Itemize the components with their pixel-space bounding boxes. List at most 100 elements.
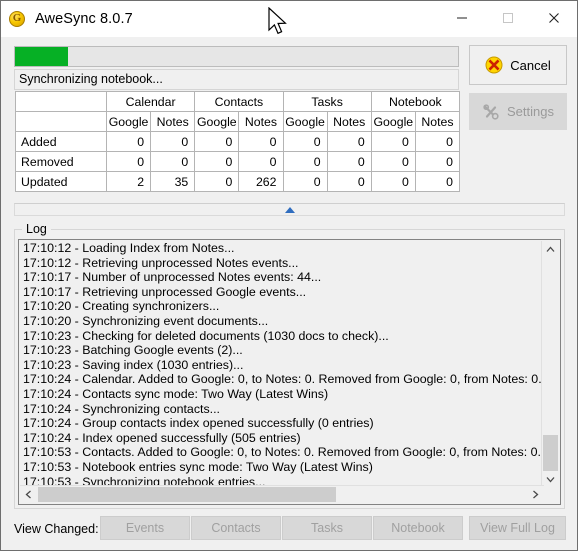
table-sub-header-row: Google Notes Google Notes Google Notes Google N… xyxy=(15,111,461,132)
table-cell: 0 xyxy=(282,171,328,192)
table-cell: 0 xyxy=(326,171,372,192)
table-subheader-notebook-google: Google xyxy=(370,111,416,132)
table-cell: 0 xyxy=(326,131,372,152)
status-text: Synchronizing notebook... xyxy=(14,69,459,90)
table-group-header-row: Calendar Contacts Tasks Notebook xyxy=(15,91,461,112)
table-cell: 0 xyxy=(370,131,416,152)
maximize-button[interactable] xyxy=(485,1,531,34)
sync-stats-table: Calendar Contacts Tasks Notebook Google Notes… xyxy=(15,91,461,192)
sync-progress-fill xyxy=(15,47,69,66)
close-button[interactable] xyxy=(531,1,577,34)
table-cell: 262 xyxy=(238,171,284,192)
table-cell: 0 xyxy=(370,151,416,172)
log-line: 17:10:20 - Creating synchronizers... xyxy=(23,299,220,314)
table-cell: 0 xyxy=(194,171,240,192)
table-row: Updated 2 35 0 262 0 0 0 0 xyxy=(15,171,461,192)
table-cell: 0 xyxy=(326,151,372,172)
cancel-button-label: Cancel xyxy=(510,57,551,73)
table-row-label-added: Added xyxy=(15,131,107,152)
view-changed-label: View Changed: xyxy=(14,522,99,536)
log-text-area[interactable]: 17:10:12 - Loading Index from Notes... 17… xyxy=(18,239,561,505)
table-cell: 0 xyxy=(194,151,240,172)
cancel-icon xyxy=(485,56,503,74)
footer-button-events[interactable]: Events xyxy=(100,516,190,540)
table-cell: 0 xyxy=(194,131,240,152)
table-subheader-tasks-notes: Notes xyxy=(326,111,372,132)
minimize-button[interactable] xyxy=(439,1,485,34)
log-line: 17:10:53 - Contacts. Added to Google: 0,… xyxy=(23,445,541,460)
table-cell: 0 xyxy=(414,171,461,192)
log-line: 17:10:24 - Contacts sync mode: Two Way (… xyxy=(23,386,329,401)
scroll-left-icon[interactable] xyxy=(20,486,37,503)
minimize-icon xyxy=(457,17,467,18)
title-bar[interactable]: AweSync 8.0.7 xyxy=(1,1,577,37)
table-group-header-tasks: Tasks xyxy=(282,91,372,112)
footer-button-contacts[interactable]: Contacts xyxy=(191,516,281,540)
log-line: 17:10:53 - Notebook entries sync mode: T… xyxy=(23,459,373,474)
maximize-icon xyxy=(503,12,513,23)
log-line: 17:10:23 - Checking for deleted document… xyxy=(23,328,389,343)
table-cell: 0 xyxy=(238,131,284,152)
table-group-header-notebook: Notebook xyxy=(370,91,461,112)
log-line: 17:10:23 - Batching Google events (2)... xyxy=(23,343,243,358)
settings-button[interactable]: Settings xyxy=(469,93,567,130)
triangle-up-icon[interactable] xyxy=(284,207,295,213)
table-subheader-calendar-notes: Notes xyxy=(150,111,196,132)
panel-splitter[interactable] xyxy=(14,203,565,216)
log-line: 17:10:12 - Loading Index from Notes... xyxy=(23,241,235,255)
footer-button-view-full-log[interactable]: View Full Log xyxy=(469,516,566,540)
settings-button-label: Settings xyxy=(507,104,554,119)
log-line: 17:10:23 - Saving index (1030 entries)..… xyxy=(23,357,244,372)
table-group-header-contacts: Contacts xyxy=(194,91,284,112)
table-row-label-removed: Removed xyxy=(15,151,107,172)
log-line: 17:10:24 - Group contacts index opened s… xyxy=(23,416,374,431)
window-title: AweSync 8.0.7 xyxy=(35,11,133,27)
log-line: 17:10:20 - Synchronizing event documents… xyxy=(23,313,269,328)
table-cell: 0 xyxy=(238,151,284,172)
sync-progress-bar xyxy=(14,46,459,67)
table-corner-cell-2 xyxy=(15,111,107,132)
scroll-up-icon[interactable] xyxy=(542,241,559,258)
table-cell: 0 xyxy=(150,151,196,172)
log-line-list: 17:10:12 - Loading Index from Notes... 17… xyxy=(20,241,541,488)
close-icon xyxy=(549,12,559,23)
log-line: 17:10:17 - Number of unprocessed Notes e… xyxy=(23,270,322,285)
footer-button-notebook[interactable]: Notebook xyxy=(373,516,463,540)
log-vertical-scroll-thumb[interactable] xyxy=(543,435,558,471)
log-group-label: Log xyxy=(22,222,51,236)
scrollbar-corner xyxy=(542,486,559,503)
table-group-header-calendar: Calendar xyxy=(105,91,196,112)
log-horizontal-scrollbar[interactable] xyxy=(20,485,544,503)
awesync-main-window: AweSync 8.0.7 Synchronizing no xyxy=(0,0,578,551)
table-cell: 0 xyxy=(282,131,328,152)
log-line: 17:10:24 - Index opened successfully (50… xyxy=(23,430,301,445)
footer-button-tasks[interactable]: Tasks xyxy=(282,516,372,540)
table-subheader-calendar-google: Google xyxy=(105,111,152,132)
table-cell: 0 xyxy=(370,171,416,192)
table-cell: 0 xyxy=(105,131,152,152)
log-line: 17:10:17 - Retrieving unprocessed Google… xyxy=(23,284,307,299)
log-line: 17:10:24 - Calendar. Added to Google: 0,… xyxy=(23,372,541,387)
cancel-button[interactable]: Cancel xyxy=(469,45,567,85)
table-cell: 0 xyxy=(414,151,461,172)
table-corner-cell xyxy=(15,91,107,112)
window-controls xyxy=(439,1,577,34)
table-cell: 0 xyxy=(414,131,461,152)
table-cell: 0 xyxy=(150,131,196,152)
log-line: 17:10:24 - Synchronizing contacts... xyxy=(23,401,220,416)
table-row: Removed 0 0 0 0 0 0 0 0 xyxy=(15,151,461,172)
table-cell: 0 xyxy=(105,151,152,172)
table-subheader-tasks-google: Google xyxy=(282,111,328,132)
table-subheader-contacts-notes: Notes xyxy=(238,111,284,132)
settings-tools-icon xyxy=(483,103,499,120)
table-row-label-updated: Updated xyxy=(15,171,107,192)
awesync-logo-icon xyxy=(9,11,25,27)
log-vertical-scrollbar[interactable] xyxy=(541,241,559,488)
table-cell: 0 xyxy=(282,151,328,172)
log-horizontal-scroll-thumb[interactable] xyxy=(38,487,336,502)
table-cell: 2 xyxy=(105,171,152,192)
table-cell: 35 xyxy=(150,171,196,192)
log-line: 17:10:12 - Retrieving unprocessed Notes … xyxy=(23,255,299,270)
table-subheader-contacts-google: Google xyxy=(194,111,240,132)
table-subheader-notebook-notes: Notes xyxy=(414,111,461,132)
